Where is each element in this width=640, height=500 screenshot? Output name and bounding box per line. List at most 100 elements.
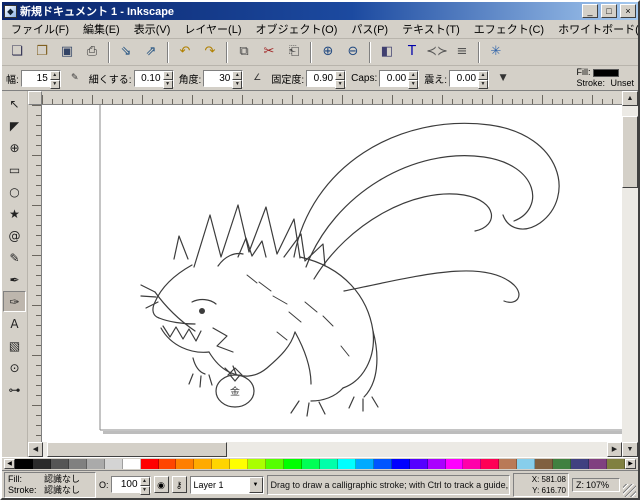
pencil-tool[interactable]: ✎ [3, 247, 26, 268]
palette-color-swatch[interactable] [87, 459, 105, 469]
zoom-value[interactable]: 107% [586, 480, 609, 490]
copy-button[interactable]: ⧉ [232, 41, 256, 64]
caps-spinbox[interactable]: 0.00▲▼ [379, 70, 419, 87]
palette-color-swatch[interactable] [553, 459, 571, 469]
zoom-tool[interactable]: ⊕ [3, 137, 26, 158]
connector-tool[interactable]: ⊶ [3, 379, 26, 400]
options-dropdown-button[interactable]: ▼ [494, 69, 512, 88]
angle-value[interactable]: 30 [204, 71, 232, 86]
maximize-button[interactable]: □ [601, 4, 617, 18]
width-spinbox[interactable]: 15▲▼ [21, 70, 61, 87]
horizontal-scrollbar[interactable]: ◀ ▶ [28, 442, 622, 457]
ellipse-tool[interactable]: ○ [3, 181, 26, 202]
opacity-spin-up[interactable]: ▲ [140, 477, 150, 486]
ruler-corner[interactable] [28, 91, 42, 105]
horizontal-scroll-thumb[interactable] [47, 442, 227, 457]
fixation-spinbox[interactable]: 0.90▲▼ [306, 70, 346, 87]
palette-color-swatch[interactable] [338, 459, 356, 469]
fixation-value[interactable]: 0.90 [307, 71, 335, 86]
palette-color-swatch[interactable] [176, 459, 194, 469]
thinning-value[interactable]: 0.10 [135, 71, 163, 86]
palette-color-swatch[interactable] [248, 459, 266, 469]
horizontal-ruler[interactable] [42, 91, 622, 105]
scroll-up-button[interactable]: ▲ [622, 91, 638, 106]
palette-color-swatch[interactable] [123, 459, 141, 469]
zoom-page-button[interactable]: ⊖ [341, 41, 365, 64]
palette-color-swatch[interactable] [428, 459, 446, 469]
palette-color-swatch[interactable] [302, 459, 320, 469]
zoom-drawing-button[interactable]: ⊕ [316, 41, 340, 64]
palette-scroll-left-button[interactable]: ◀ [4, 459, 15, 469]
menu-object[interactable]: オブジェクト(O) [249, 19, 345, 39]
palette-color-swatch[interactable] [517, 459, 535, 469]
import-button[interactable]: ⇘ [114, 41, 138, 64]
tremor-spin-down[interactable]: ▼ [478, 80, 488, 89]
palette-color-swatch[interactable] [141, 459, 159, 469]
palette-scroll-right-button[interactable]: ▶ [625, 459, 636, 469]
width-spin-up[interactable]: ▲ [50, 71, 60, 80]
layer-visibility-toggle[interactable]: ◉ [154, 476, 169, 493]
angle-spin-down[interactable]: ▼ [232, 80, 242, 89]
opacity-value[interactable]: 100 [112, 477, 140, 492]
vertical-ruler[interactable] [28, 105, 42, 442]
thinning-spin-down[interactable]: ▼ [163, 80, 173, 89]
horizontal-scroll-track[interactable] [43, 442, 607, 457]
xml-editor-button[interactable]: ≺≻ [425, 41, 449, 64]
text-tool[interactable]: A [3, 313, 26, 334]
palette-color-swatch[interactable] [374, 459, 392, 469]
scroll-right-button[interactable]: ▶ [607, 442, 622, 457]
palette-color-swatch[interactable] [284, 459, 302, 469]
caps-spin-down[interactable]: ▼ [408, 80, 418, 89]
dropper-tool[interactable]: ⊙ [3, 357, 26, 378]
fixation-spin-up[interactable]: ▲ [335, 71, 345, 80]
opacity-spin-down[interactable]: ▼ [140, 486, 150, 495]
save-document-button[interactable]: ▣ [55, 41, 79, 64]
cut-button[interactable]: ✂ [257, 41, 281, 64]
vertical-scrollbar[interactable]: ▲ ▼ [622, 91, 638, 457]
menu-whiteboard[interactable]: ホワイトボード(W) [551, 19, 640, 39]
thinning-spin-up[interactable]: ▲ [163, 71, 173, 80]
palette-color-swatch[interactable] [230, 459, 248, 469]
palette-color-swatch[interactable] [320, 459, 338, 469]
menu-effects[interactable]: エフェクト(C) [467, 19, 551, 39]
palette-color-swatch[interactable] [607, 459, 625, 469]
stroke-value[interactable]: Unset [610, 78, 634, 88]
gradient-tool[interactable]: ▧ [3, 335, 26, 356]
node-tool[interactable]: ◤ [3, 115, 26, 136]
caps-spin-up[interactable]: ▲ [408, 71, 418, 80]
palette-color-swatch[interactable] [410, 459, 428, 469]
tilt-toggle-button[interactable]: ∠ [248, 69, 266, 88]
fill-swatch[interactable] [593, 69, 619, 77]
selector-tool[interactable]: ↖ [3, 93, 26, 114]
tremor-spinbox[interactable]: 0.00▲▼ [449, 70, 489, 87]
spiral-tool[interactable]: @ [3, 225, 26, 246]
menu-layer[interactable]: レイヤー(L) [177, 19, 248, 39]
palette-color-swatch[interactable] [499, 459, 517, 469]
palette-color-swatch[interactable] [266, 459, 284, 469]
paste-button[interactable]: ⎗ [282, 41, 306, 64]
star-tool[interactable]: ★ [3, 203, 26, 224]
zoom-control[interactable]: Z: 107% [572, 478, 620, 492]
caps-value[interactable]: 0.00 [380, 71, 408, 86]
opacity-spinbox[interactable]: 100 ▲▼ [111, 476, 151, 493]
rectangle-tool[interactable]: ▭ [3, 159, 26, 180]
fill-stroke-indicator[interactable]: Fill: 認識なし Stroke: 認識なし [4, 472, 96, 498]
new-document-button[interactable]: ❏ [5, 41, 29, 64]
calligraphy-tool[interactable]: ✑ [3, 291, 26, 312]
scroll-down-button[interactable]: ▼ [622, 442, 638, 457]
palette-color-swatch[interactable] [194, 459, 212, 469]
width-spin-down[interactable]: ▼ [50, 80, 60, 89]
print-document-button[interactable]: ⎙ [80, 41, 104, 64]
menu-edit[interactable]: 編集(E) [76, 19, 127, 39]
menu-text[interactable]: テキスト(T) [395, 19, 467, 39]
vertical-scroll-thumb[interactable] [622, 116, 638, 188]
palette-color-swatch[interactable] [463, 459, 481, 469]
layer-lock-toggle[interactable]: ⚷ [172, 476, 187, 493]
palette-color-swatch[interactable] [589, 459, 607, 469]
pen-tool[interactable]: ✒ [3, 269, 26, 290]
align-dialog-button[interactable]: ≡ [450, 41, 474, 64]
export-button[interactable]: ⇗ [139, 41, 163, 64]
fill-stroke-dialog-button[interactable]: ◧ [375, 41, 399, 64]
text-dialog-button[interactable]: T [400, 41, 424, 64]
preferences-button[interactable]: ✳ [484, 41, 508, 64]
